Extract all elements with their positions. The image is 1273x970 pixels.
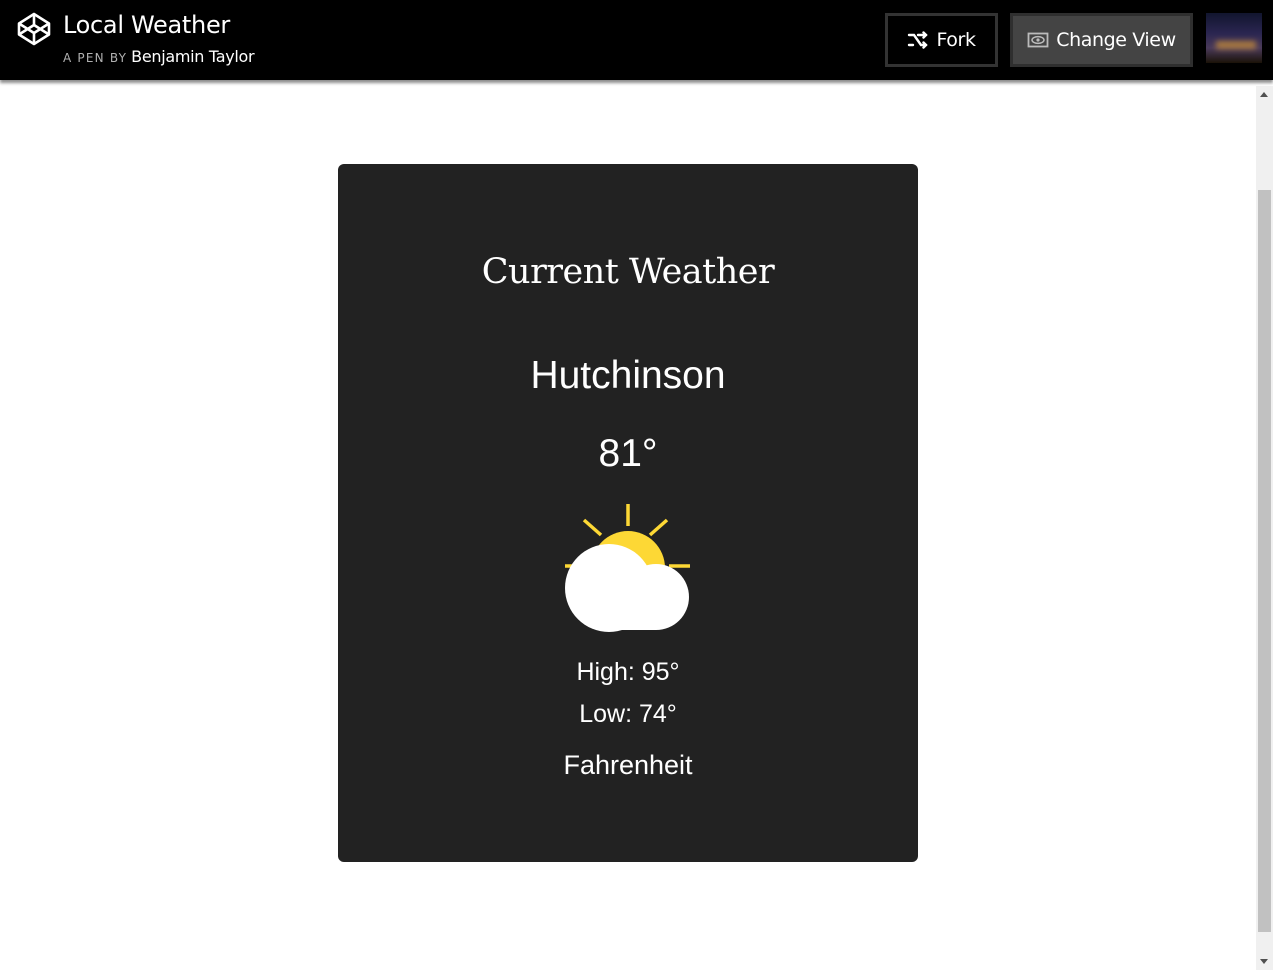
partly-cloudy-icon <box>565 504 690 632</box>
page-scrollbar[interactable] <box>1256 86 1273 970</box>
byline-prefix: A PEN BY <box>63 51 128 65</box>
change-view-label: Change View <box>1056 29 1176 51</box>
avatar-image-detail <box>1216 41 1256 49</box>
unit-toggle-button[interactable]: Fahrenheit <box>338 749 918 781</box>
fork-label: Fork <box>936 29 976 51</box>
city-name: Hutchinson <box>530 354 726 397</box>
weather-heading: Current Weather <box>481 252 775 292</box>
codepen-logo-icon[interactable] <box>17 12 51 46</box>
fork-icon <box>908 31 929 49</box>
weather-card: Current Weather Hutchinson 81° High: 95°… <box>338 164 918 862</box>
user-avatar[interactable] <box>1206 13 1262 63</box>
low-temperature: Low: 74° <box>579 700 677 728</box>
top-bar: Local Weather A PEN BY Benjamin Taylor Fo… <box>0 0 1273 80</box>
pen-title: Local Weather <box>63 11 230 39</box>
change-view-button[interactable]: Change View <box>1010 13 1193 67</box>
high-temperature: High: 95° <box>576 658 680 686</box>
eye-icon <box>1027 32 1049 48</box>
scroll-up-arrow-icon[interactable] <box>1260 92 1268 97</box>
author-link[interactable]: Benjamin Taylor <box>131 47 254 66</box>
current-temperature: 81° <box>598 432 658 475</box>
fork-button[interactable]: Fork <box>885 13 998 67</box>
scroll-down-arrow-icon[interactable] <box>1260 959 1268 964</box>
pen-byline: A PEN BY Benjamin Taylor <box>63 47 255 66</box>
scrollbar-thumb[interactable] <box>1258 190 1271 932</box>
